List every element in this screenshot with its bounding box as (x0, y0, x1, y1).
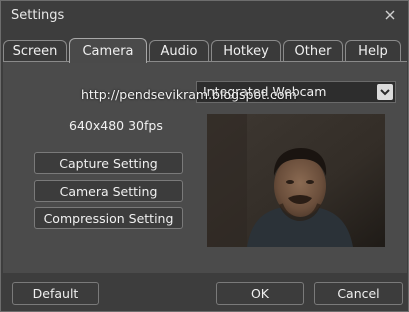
tab-camera[interactable]: Camera (69, 38, 147, 63)
default-button[interactable]: Default (12, 282, 99, 305)
camera-device-value: Integrated Webcam (203, 84, 327, 99)
camera-setting-button[interactable]: Camera Setting (34, 180, 183, 202)
tab-help[interactable]: Help (345, 40, 401, 62)
ok-label: OK (250, 286, 270, 301)
tab-hotkey[interactable]: Hotkey (211, 40, 281, 62)
camera-panel: Integrated Webcam 640x480 30fps Capture … (3, 61, 407, 273)
tab-screen[interactable]: Screen (3, 40, 67, 62)
title-bar: Settings (1, 1, 408, 31)
tab-other[interactable]: Other (283, 40, 343, 62)
close-icon[interactable] (384, 9, 396, 21)
resolution-label: 640x480 30fps (69, 118, 163, 133)
tab-bar: Screen Camera Audio Hotkey Other Help (3, 38, 408, 63)
dialog-footer: Default OK Cancel (1, 273, 408, 311)
tab-label: Other (294, 44, 332, 59)
tab-label: Screen (12, 44, 58, 59)
tab-label: Audio (160, 44, 198, 59)
ok-button[interactable]: OK (216, 282, 304, 305)
capture-setting-button[interactable]: Capture Setting (34, 152, 183, 174)
default-label: Default (32, 286, 79, 301)
compression-setting-button[interactable]: Compression Setting (34, 207, 183, 229)
capture-setting-label: Capture Setting (59, 155, 158, 171)
camera-device-select[interactable]: Integrated Webcam (196, 81, 396, 103)
cancel-button[interactable]: Cancel (314, 282, 403, 305)
chevron-down-icon[interactable] (377, 84, 393, 100)
settings-window: Settings Screen Camera Audio Hotkey Othe… (0, 0, 409, 312)
cancel-label: Cancel (337, 286, 380, 301)
tab-label: Help (358, 44, 388, 59)
window-title: Settings (11, 8, 65, 23)
tab-label: Camera (82, 43, 134, 59)
tab-label: Hotkey (223, 44, 269, 59)
camera-setting-label: Camera Setting (59, 183, 158, 199)
compression-setting-label: Compression Setting (43, 210, 174, 226)
tab-audio[interactable]: Audio (149, 40, 209, 62)
webcam-preview (207, 114, 385, 247)
